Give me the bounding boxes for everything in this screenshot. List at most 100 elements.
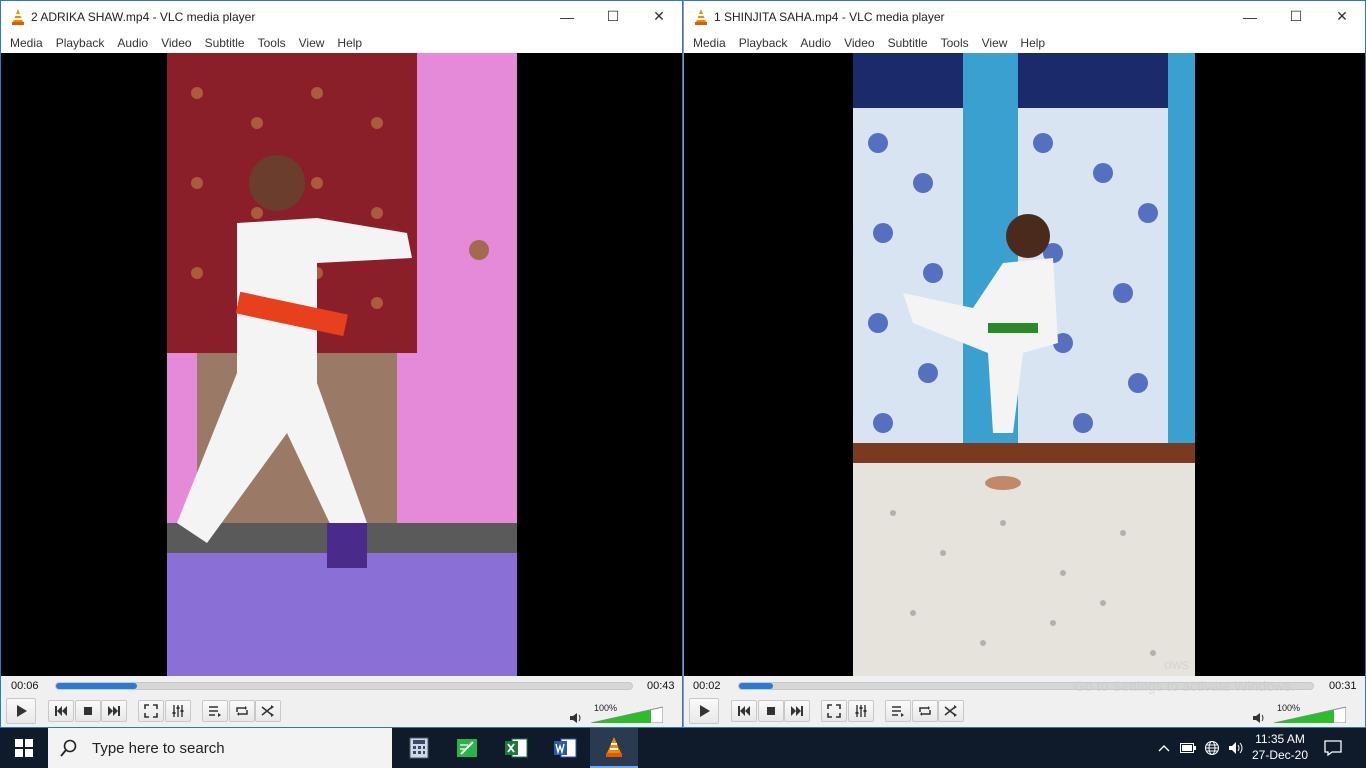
activation-watermark-partial: ows [1164, 656, 1189, 672]
vlc-window-left[interactable]: 2 ADRIKA SHAW.mp4 - VLC media player — ☐… [0, 0, 683, 728]
playlist-icon [892, 706, 904, 717]
vlc-icon [694, 8, 708, 25]
globe-icon [1205, 741, 1219, 755]
menu-help[interactable]: Help [332, 36, 370, 50]
skip-forward-icon [791, 706, 803, 716]
menu-playback[interactable]: Playback [51, 36, 113, 50]
minimize-button[interactable]: — [544, 1, 590, 32]
karate-scene-left [167, 53, 517, 676]
next-button[interactable] [784, 700, 810, 722]
chevron-up-icon [1158, 745, 1170, 752]
battery-button[interactable] [1178, 728, 1198, 768]
close-button[interactable]: ✕ [636, 1, 682, 32]
volume-slider[interactable]: 100% [591, 703, 663, 723]
search-box[interactable]: Type here to search [48, 728, 392, 768]
shuffle-button[interactable] [938, 700, 964, 722]
clock-time: 11:35 AM [1255, 732, 1305, 746]
clock-date: 27-Dec-20 [1251, 748, 1309, 762]
skip-back-icon [738, 706, 750, 716]
menu-audio[interactable]: Audio [795, 36, 839, 50]
window-title: 1 SHINJITA SAHA.mp4 - VLC media player [714, 9, 945, 24]
play-button[interactable] [689, 698, 719, 724]
fullscreen-icon [144, 704, 158, 718]
menu-audio[interactable]: Audio [112, 36, 156, 50]
playlist-button[interactable] [202, 700, 228, 722]
menu-playback[interactable]: Playback [734, 36, 796, 50]
volume-wedge [591, 706, 663, 723]
vlc-taskbar-button[interactable] [590, 728, 638, 768]
excel-taskbar-button[interactable] [492, 728, 540, 768]
menu-subtitle[interactable]: Subtitle [883, 36, 936, 50]
volume-wedge [1274, 706, 1346, 723]
notification-icon [1324, 740, 1342, 756]
play-button[interactable] [6, 698, 36, 724]
video-area[interactable] [1, 53, 682, 676]
previous-button[interactable] [731, 700, 757, 722]
control-bar: 00:06 00:43 100% [1, 676, 682, 727]
speaker-icon[interactable] [1252, 712, 1266, 724]
word-taskbar-button[interactable] [541, 728, 589, 768]
stop-button[interactable] [75, 700, 101, 722]
stop-button[interactable] [758, 700, 784, 722]
menu-video[interactable]: Video [839, 36, 882, 50]
loop-button[interactable] [912, 700, 938, 722]
menu-view[interactable]: View [977, 36, 1016, 50]
equalizer-icon [855, 705, 867, 717]
control-bar: 00:02 00:31 ows Go to Settings to activa… [684, 656, 1365, 727]
fullscreen-button[interactable] [821, 700, 847, 722]
maximize-button[interactable]: ☐ [590, 1, 636, 32]
menu-tools[interactable]: Tools [253, 36, 294, 50]
network-button[interactable] [1202, 728, 1222, 768]
video-frame [167, 53, 517, 676]
loop-icon [236, 706, 248, 716]
seek-progress [739, 683, 774, 689]
total-time: 00:43 [647, 680, 675, 692]
notepad-icon [457, 739, 477, 757]
start-button[interactable] [0, 728, 48, 768]
menu-bar: Media Playback Audio Video Subtitle Tool… [1, 32, 682, 53]
menu-subtitle[interactable]: Subtitle [200, 36, 253, 50]
shuffle-button[interactable] [255, 700, 281, 722]
play-icon [17, 705, 27, 717]
notifications-button[interactable] [1320, 728, 1346, 768]
playlist-icon [209, 706, 221, 717]
show-hidden-icons-button[interactable] [1154, 728, 1174, 768]
vlc-window-right[interactable]: 1 SHINJITA SAHA.mp4 - VLC media player —… [683, 0, 1366, 728]
previous-button[interactable] [48, 700, 74, 722]
menu-media[interactable]: Media [5, 36, 51, 50]
clock[interactable]: 11:35 AM 27-Dec-20 [1240, 731, 1320, 763]
notepad-taskbar-button[interactable] [443, 728, 491, 768]
maximize-button[interactable]: ☐ [1273, 1, 1319, 32]
equalizer-icon [172, 705, 184, 717]
calculator-taskbar-button[interactable] [395, 728, 443, 768]
seek-progress [56, 683, 137, 689]
stop-icon [84, 707, 92, 715]
menu-help[interactable]: Help [1015, 36, 1053, 50]
loop-button[interactable] [229, 700, 255, 722]
next-button[interactable] [101, 700, 127, 722]
skip-forward-icon [108, 706, 120, 716]
search-placeholder: Type here to search [92, 739, 225, 757]
desktop: 2 ADRIKA SHAW.mp4 - VLC media player — ☐… [0, 0, 1366, 768]
minimize-button[interactable]: — [1227, 1, 1273, 32]
menu-view[interactable]: View [294, 36, 333, 50]
total-time: 00:31 [1329, 680, 1357, 692]
activation-watermark: Go to Settings to activate Windows. [1074, 678, 1295, 694]
title-bar[interactable]: 2 ADRIKA SHAW.mp4 - VLC media player — ☐… [1, 1, 682, 32]
vlc-icon [11, 8, 25, 25]
shuffle-icon [944, 705, 957, 717]
volume-slider[interactable]: 100% [1274, 703, 1346, 723]
menu-media[interactable]: Media [688, 36, 734, 50]
extended-settings-button[interactable] [848, 700, 874, 722]
speaker-icon[interactable] [569, 712, 583, 724]
fullscreen-button[interactable] [138, 700, 164, 722]
windows-logo-icon [15, 739, 33, 757]
close-button[interactable]: ✕ [1319, 1, 1365, 32]
video-area[interactable] [684, 53, 1365, 676]
menu-video[interactable]: Video [156, 36, 199, 50]
title-bar[interactable]: 1 SHINJITA SAHA.mp4 - VLC media player —… [684, 1, 1365, 32]
extended-settings-button[interactable] [165, 700, 191, 722]
playlist-button[interactable] [885, 700, 911, 722]
seek-bar[interactable] [55, 682, 633, 690]
menu-tools[interactable]: Tools [936, 36, 977, 50]
